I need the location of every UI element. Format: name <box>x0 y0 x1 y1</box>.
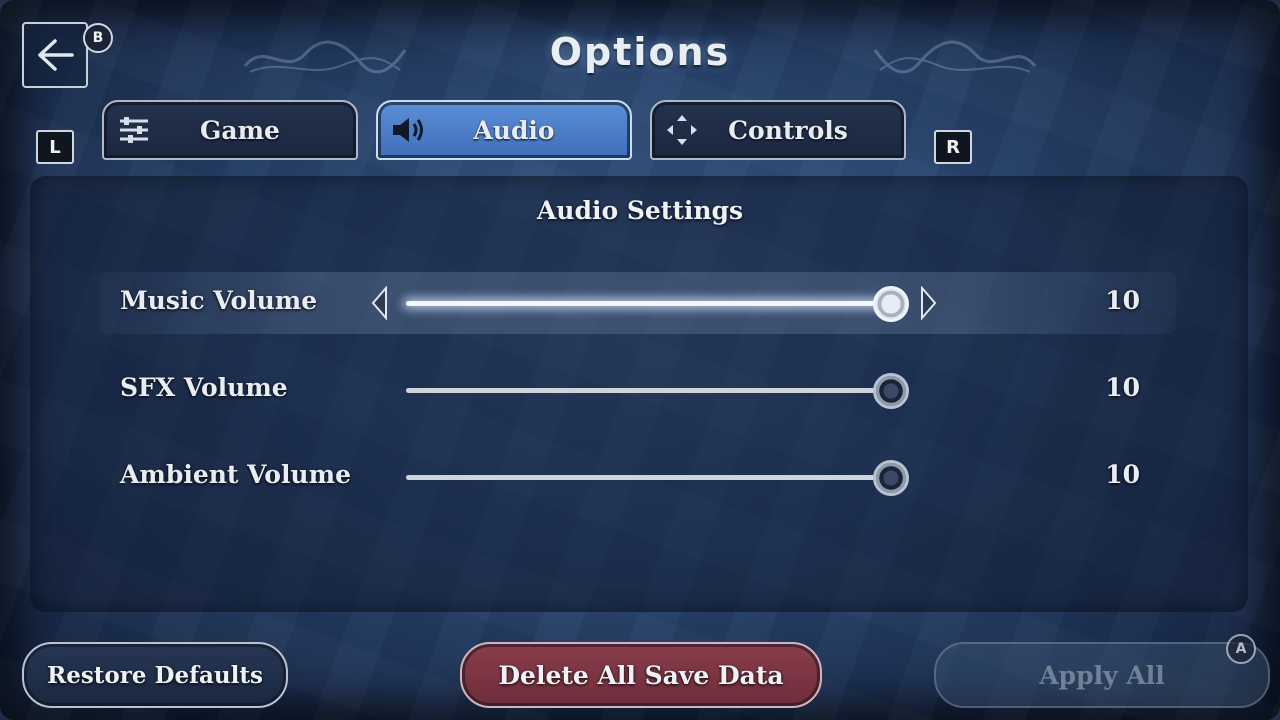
sfx-volume-slider[interactable] <box>406 373 909 409</box>
apply-all-button[interactable]: Apply All <box>934 642 1270 708</box>
music-volume-slider[interactable] <box>406 286 909 322</box>
slider-fill <box>406 475 891 480</box>
slider-knob[interactable] <box>873 286 909 322</box>
dpad-icon <box>652 113 712 147</box>
setting-label: Ambient Volume <box>120 460 351 489</box>
tab-controls[interactable]: Controls <box>650 100 906 160</box>
arrow-left-icon[interactable] <box>370 286 390 320</box>
tab-controls-label: Controls <box>728 115 848 145</box>
l-shoulder-badge[interactable]: L <box>36 130 74 164</box>
slider-fill <box>406 388 891 393</box>
slider-fill <box>406 301 891 306</box>
setting-value: 10 <box>1105 286 1140 315</box>
ambient-volume-slider[interactable] <box>406 460 909 496</box>
tab-audio[interactable]: Audio <box>376 100 632 160</box>
slider-knob[interactable] <box>873 373 909 409</box>
sliders-icon <box>104 116 164 144</box>
setting-value: 10 <box>1105 460 1140 489</box>
setting-label: Music Volume <box>120 286 318 315</box>
slider-knob[interactable] <box>873 460 909 496</box>
tab-game-label: Game <box>200 115 280 145</box>
r-shoulder-badge[interactable]: R <box>934 130 972 164</box>
sfx-volume-row[interactable]: SFX Volume 10 <box>100 359 1176 421</box>
setting-label: SFX Volume <box>120 373 288 402</box>
a-button-badge: A <box>1226 634 1256 664</box>
tab-game[interactable]: Game <box>102 100 358 160</box>
restore-defaults-button[interactable]: Restore Defaults <box>22 642 288 708</box>
ambient-volume-row[interactable]: Ambient Volume 10 <box>100 446 1176 508</box>
speaker-icon <box>378 116 438 144</box>
panel-title: Audio Settings <box>536 196 744 225</box>
tab-audio-label: Audio <box>473 115 555 145</box>
page-title: Options <box>549 30 731 74</box>
arrow-right-icon[interactable] <box>918 286 938 320</box>
setting-value: 10 <box>1105 373 1140 402</box>
music-volume-row[interactable]: Music Volume 10 <box>100 272 1176 334</box>
delete-save-data-button[interactable]: Delete All Save Data <box>460 642 822 708</box>
